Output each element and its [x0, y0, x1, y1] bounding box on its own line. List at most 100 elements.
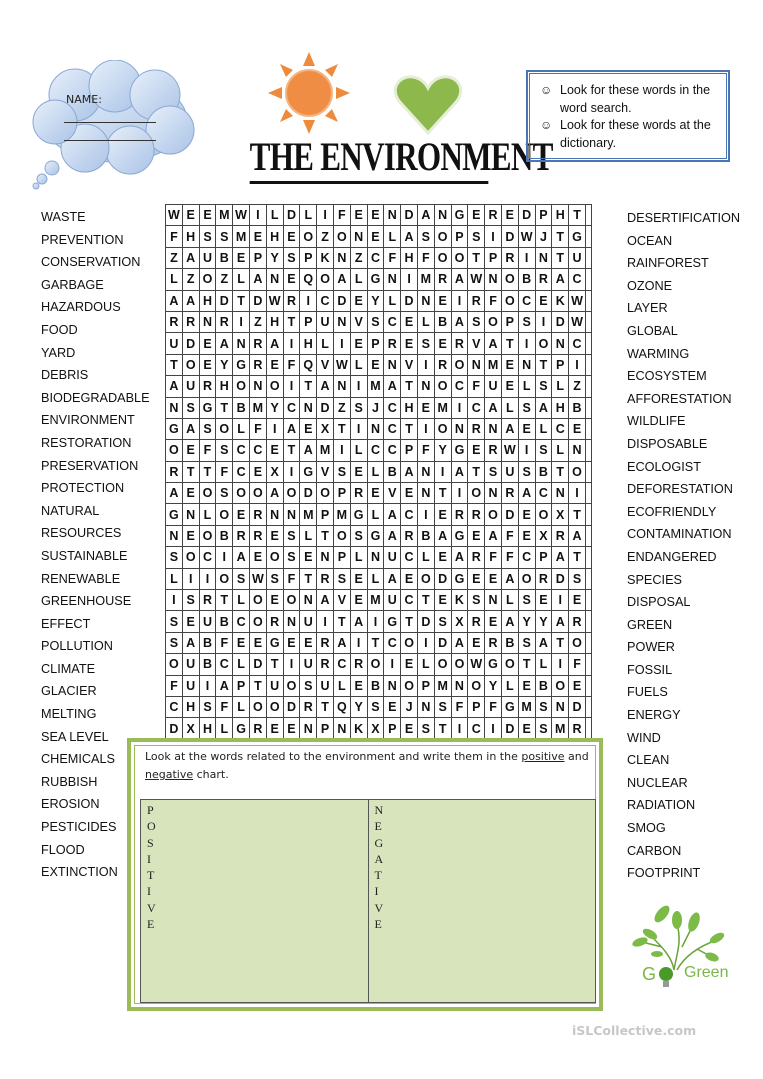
grid-cell[interactable]: F — [450, 695, 469, 719]
grid-cell[interactable]: D — [551, 310, 570, 334]
grid-cell[interactable]: E — [400, 567, 418, 591]
grid-cell[interactable]: Y — [517, 610, 536, 633]
grid-cell[interactable]: D — [500, 717, 519, 740]
grid-cell[interactable]: P — [299, 310, 318, 334]
grid-cell[interactable]: N — [467, 353, 486, 377]
grid-cell[interactable]: M — [316, 439, 334, 462]
grid-cell[interactable]: L — [349, 439, 368, 462]
grid-cell[interactable]: C — [568, 268, 586, 291]
grid-cell[interactable]: M — [433, 674, 452, 697]
grid-cell[interactable]: M — [299, 503, 318, 526]
grid-cell[interactable]: O — [433, 246, 452, 270]
grid-cell[interactable]: I — [484, 225, 502, 248]
grid-cell[interactable]: E — [568, 417, 586, 441]
grid-cell[interactable]: R — [484, 631, 502, 655]
grid-cell[interactable]: I — [248, 203, 267, 227]
grid-cell[interactable]: O — [282, 482, 301, 505]
grid-cell[interactable]: O — [316, 482, 334, 505]
grid-cell[interactable]: N — [484, 417, 502, 441]
grid-cell[interactable]: J — [534, 225, 553, 248]
grid-cell[interactable]: Q — [299, 268, 318, 291]
grid-cell[interactable]: A — [181, 631, 200, 655]
grid-cell[interactable]: D — [215, 289, 234, 312]
grid-cell[interactable]: O — [467, 674, 486, 697]
grid-cell[interactable]: U — [383, 546, 402, 569]
grid-cell[interactable]: O — [500, 268, 519, 291]
grid-cell[interactable]: C — [366, 246, 385, 270]
grid-cell[interactable]: O — [450, 653, 469, 676]
grid-cell[interactable]: U — [299, 610, 318, 633]
grid-cell[interactable]: Y — [433, 439, 452, 462]
grid-cell[interactable]: R — [248, 717, 267, 740]
grid-cell[interactable]: G — [198, 396, 217, 419]
grid-cell[interactable]: I — [551, 653, 570, 676]
grid-cell[interactable]: O — [181, 546, 200, 569]
grid-cell[interactable]: L — [416, 653, 435, 676]
grid-cell[interactable]: I — [198, 567, 217, 591]
grid-cell[interactable]: C — [383, 631, 402, 655]
grid-cell[interactable]: O — [198, 524, 217, 548]
grid-cell[interactable]: N — [282, 503, 301, 526]
grid-cell[interactable]: T — [534, 353, 553, 377]
grid-cell[interactable]: Y — [534, 610, 553, 633]
grid-cell[interactable]: K — [450, 589, 469, 612]
grid-cell[interactable]: S — [165, 631, 183, 655]
grid-cell[interactable]: S — [232, 567, 250, 591]
grid-cell[interactable]: H — [551, 203, 570, 227]
grid-cell[interactable]: I — [282, 375, 301, 398]
grid-cell[interactable]: G — [366, 268, 385, 291]
grid-cell[interactable]: A — [500, 417, 519, 441]
grid-cell[interactable]: A — [450, 631, 469, 655]
grid-cell[interactable]: P — [416, 674, 435, 697]
grid-cell[interactable]: P — [450, 225, 469, 248]
grid-cell[interactable]: E — [232, 246, 250, 270]
grid-cell[interactable]: S — [282, 524, 301, 548]
grid-cell[interactable]: N — [316, 546, 334, 569]
grid-cell[interactable]: U — [484, 375, 502, 398]
grid-cell[interactable]: C — [248, 439, 267, 462]
grid-cell[interactable]: E — [467, 567, 486, 591]
grid-cell[interactable]: C — [383, 439, 402, 462]
grid-cell[interactable]: O — [316, 268, 334, 291]
grid-cell[interactable]: W — [332, 353, 351, 377]
grid-cell[interactable]: N — [383, 353, 402, 377]
grid-cell[interactable]: R — [282, 289, 301, 312]
grid-cell[interactable]: S — [416, 332, 435, 355]
grid-cell[interactable]: N — [416, 695, 435, 719]
grid-cell[interactable]: G — [232, 353, 250, 377]
grid-cell[interactable]: U — [198, 610, 217, 633]
grid-cell[interactable]: L — [265, 203, 284, 227]
grid-cell[interactable]: K — [551, 289, 570, 312]
grid-cell[interactable]: C — [517, 546, 536, 569]
grid-cell[interactable]: C — [467, 396, 486, 419]
grid-cell[interactable]: I — [332, 332, 351, 355]
grid-cell[interactable]: E — [349, 589, 368, 612]
grid-cell[interactable]: N — [416, 482, 435, 505]
grid-cell[interactable]: E — [433, 503, 452, 526]
grid-cell[interactable]: U — [500, 460, 519, 484]
grid-cell[interactable]: T — [467, 246, 486, 270]
grid-cell[interactable]: R — [433, 268, 452, 291]
grid-cell[interactable]: L — [316, 332, 334, 355]
grid-cell[interactable]: P — [500, 310, 519, 334]
grid-cell[interactable]: N — [416, 289, 435, 312]
grid-cell[interactable]: L — [299, 203, 318, 227]
grid-cell[interactable]: O — [433, 375, 452, 398]
grid-cell[interactable]: S — [433, 695, 452, 719]
grid-cell[interactable]: U — [316, 674, 334, 697]
grid-cell[interactable]: T — [316, 695, 334, 719]
grid-cell[interactable]: O — [433, 417, 452, 441]
grid-cell[interactable]: W — [265, 289, 284, 312]
grid-cell[interactable]: I — [568, 482, 586, 505]
grid-cell[interactable]: O — [248, 482, 267, 505]
grid-cell[interactable]: A — [181, 246, 200, 270]
grid-cell[interactable]: I — [517, 332, 536, 355]
grid-cell[interactable]: N — [484, 589, 502, 612]
grid-cell[interactable]: E — [467, 439, 486, 462]
grid-cell[interactable]: I — [215, 546, 234, 569]
grid-cell[interactable]: A — [500, 610, 519, 633]
grid-cell[interactable]: E — [248, 546, 267, 569]
grid-cell[interactable]: R — [467, 503, 486, 526]
grid-cell[interactable]: Y — [366, 289, 385, 312]
grid-cell[interactable]: B — [433, 310, 452, 334]
